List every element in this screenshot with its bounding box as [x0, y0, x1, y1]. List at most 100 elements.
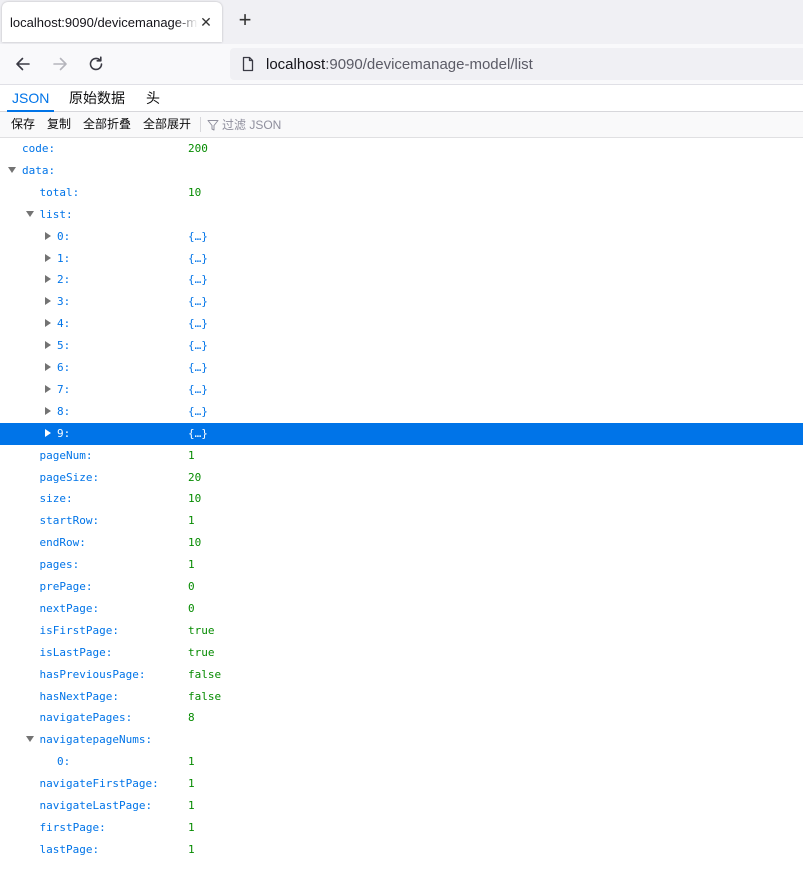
row-value: 1 [188, 448, 195, 462]
row-key: 8: [57, 404, 71, 418]
row-value: {…} [188, 295, 208, 309]
row-key: size: [39, 492, 73, 506]
row-value: {…} [188, 339, 208, 353]
tree-row[interactable]: 3: {…} [0, 291, 803, 313]
tree-row[interactable]: hasNextPage: false [0, 686, 803, 708]
tree-row[interactable]: size: 10 [0, 488, 803, 510]
row-key: pages: [39, 558, 80, 572]
tree-row[interactable]: pageSize: 20 [0, 467, 803, 489]
tree-row[interactable]: isFirstPage: true [0, 620, 803, 642]
tree-row[interactable]: prePage: 0 [0, 576, 803, 598]
reload-icon [89, 56, 103, 71]
row-key: list: [39, 207, 73, 221]
viewer-tabs: JSON 原始数据 头 [0, 85, 803, 112]
tree-row[interactable]: startRow: 1 [0, 510, 803, 532]
save-button[interactable]: 保存 [11, 112, 35, 137]
tree-row[interactable]: 1: {…} [0, 248, 803, 270]
collapsed-triangle-icon[interactable] [45, 428, 51, 437]
tree-row[interactable]: 0: {…} [0, 226, 803, 248]
expanded-triangle-icon[interactable] [25, 210, 34, 217]
tree-row[interactable]: data: [0, 160, 803, 182]
tree-row[interactable]: endRow: 10 [0, 532, 803, 554]
row-key: 9: [57, 426, 71, 440]
tree-row[interactable]: total: 10 [0, 182, 803, 204]
row-key: isLastPage: [39, 645, 113, 659]
collapsed-triangle-icon[interactable] [45, 253, 51, 262]
tab-raw-data[interactable]: 原始数据 [69, 85, 125, 111]
row-value: {…} [188, 404, 208, 418]
row-key: nextPage: [39, 601, 100, 615]
row-key: firstPage: [39, 820, 106, 834]
row-value: false [188, 689, 222, 703]
collapsed-triangle-icon[interactable] [45, 341, 51, 350]
tree-row[interactable]: hasPreviousPage: false [0, 664, 803, 686]
row-key: data: [22, 163, 56, 177]
row-value: {…} [188, 382, 208, 396]
filter-json-input[interactable]: 过滤 JSON [207, 112, 281, 137]
row-key: 3: [57, 295, 71, 309]
tree-row[interactable]: isLastPage: true [0, 642, 803, 664]
tree-row[interactable]: list: [0, 204, 803, 226]
row-value: 1 [188, 777, 195, 791]
tab-json[interactable]: JSON [6, 85, 55, 112]
tree-row[interactable]: pageNum: 1 [0, 445, 803, 467]
row-key: 0: [57, 229, 71, 243]
row-value: {…} [188, 317, 208, 331]
reload-button[interactable] [83, 51, 109, 77]
row-key: pageSize: [39, 470, 100, 484]
tree-row[interactable]: navigatePages: 8 [0, 707, 803, 729]
page-icon[interactable] [240, 56, 256, 72]
row-key: 1: [57, 251, 71, 265]
collapsed-triangle-icon[interactable] [45, 297, 51, 306]
address-bar[interactable]: localhost:9090/devicemanage-model/list [230, 48, 803, 80]
collapsed-triangle-icon[interactable] [45, 406, 51, 415]
row-value: 0 [188, 601, 195, 615]
tree-row[interactable]: firstPage: 1 [0, 817, 803, 839]
json-tree: code: 200 data: total: 10 list: 0: {…} 1: {…} 2: {…… [0, 138, 803, 871]
tree-row[interactable]: 0: 1 [0, 751, 803, 773]
tree-row[interactable]: navigatepageNums: [0, 729, 803, 751]
row-key: endRow: [39, 536, 86, 550]
expanded-triangle-icon[interactable] [25, 736, 34, 743]
collapsed-triangle-icon[interactable] [45, 231, 51, 240]
expanded-triangle-icon[interactable] [8, 166, 16, 173]
tree-row[interactable]: 8: {…} [0, 401, 803, 423]
tree-row[interactable]: 4: {…} [0, 313, 803, 335]
tab-title: localhost:9090/devicemanage-model/list [10, 14, 198, 30]
row-key: navigateFirstPage: [39, 777, 159, 791]
forward-button[interactable] [47, 51, 73, 77]
tree-row[interactable]: 6: {…} [0, 357, 803, 379]
row-value: 1 [188, 558, 195, 572]
tab-headers[interactable]: 头 [146, 85, 160, 111]
tab-strip: localhost:9090/devicemanage-model/list ✕… [0, 0, 803, 44]
url-text: localhost:9090/devicemanage-model/list [266, 56, 533, 73]
collapse-all-button[interactable]: 全部折叠 [83, 112, 131, 137]
tree-row[interactable]: 9: {…} [0, 422, 803, 445]
expand-all-button[interactable]: 全部展开 [143, 112, 191, 137]
tree-row[interactable]: pages: 1 [0, 554, 803, 576]
row-key: hasNextPage: [39, 689, 119, 703]
row-key: hasPreviousPage: [39, 667, 146, 681]
tree-row[interactable]: 5: {…} [0, 335, 803, 357]
close-tab-icon[interactable]: ✕ [198, 14, 214, 31]
new-tab-button[interactable]: + [232, 8, 258, 34]
row-key: lastPage: [39, 842, 100, 856]
row-key: 7: [57, 382, 71, 396]
tree-row[interactable]: code: 200 [0, 138, 803, 160]
collapsed-triangle-icon[interactable] [45, 363, 51, 371]
tree-row[interactable]: navigateFirstPage: 1 [0, 773, 803, 795]
navigation-bar: localhost:9090/devicemanage-model/list [0, 44, 803, 85]
tree-row[interactable]: 7: {…} [0, 379, 803, 401]
copy-button[interactable]: 复制 [47, 112, 71, 137]
tree-row[interactable]: lastPage: 1 [0, 839, 803, 861]
collapsed-triangle-icon[interactable] [45, 319, 51, 328]
back-button[interactable] [10, 51, 36, 77]
collapsed-triangle-icon[interactable] [45, 384, 51, 393]
collapsed-triangle-icon[interactable] [45, 275, 51, 284]
tree-row[interactable]: 2: {…} [0, 269, 803, 291]
row-value: true [188, 645, 215, 659]
tree-row[interactable]: navigateLastPage: 1 [0, 795, 803, 817]
toolbar-divider [200, 117, 201, 132]
tree-row[interactable]: nextPage: 0 [0, 598, 803, 620]
browser-tab[interactable]: localhost:9090/devicemanage-model/list ✕ [2, 2, 222, 42]
